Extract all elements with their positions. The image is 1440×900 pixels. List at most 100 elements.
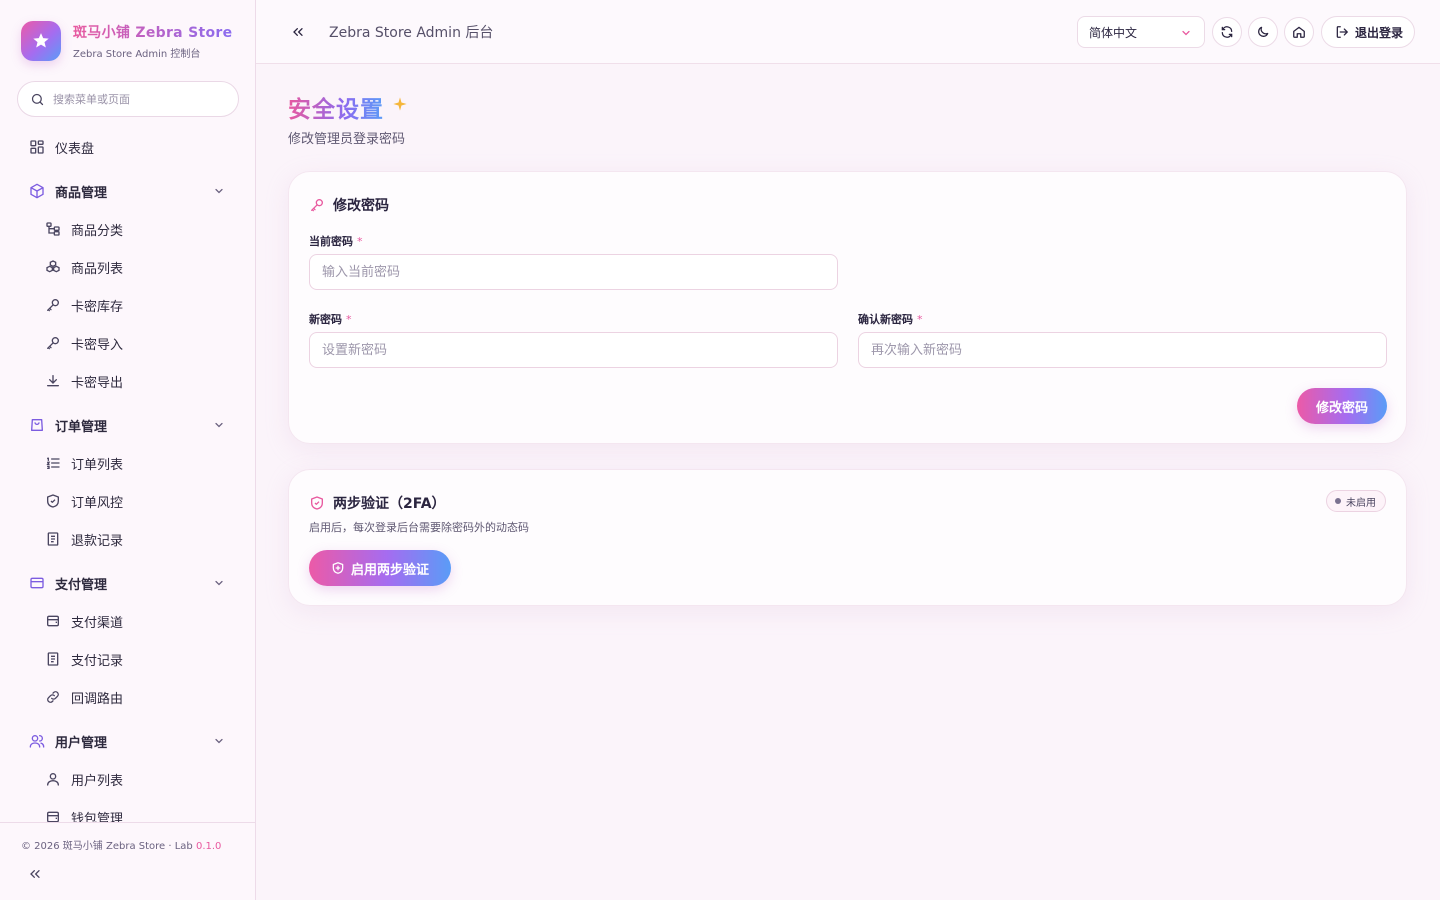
enable-2fa-label: 启用两步验证 [350, 562, 429, 578]
language-select[interactable]: 简体中文 [1077, 16, 1205, 48]
sidebar-menu: 仪表盘 商品管理 商品分类 商品列表 卡密库存 卡密导入 卡密导出 订单管理 订… [0, 128, 255, 822]
sidebar-group-products[interactable]: 商品管理 [17, 173, 239, 209]
change-password-button[interactable]: 修改密码 [1297, 388, 1387, 424]
sparkle-icon [393, 97, 407, 111]
sidebar-item-dashboard[interactable]: 仪表盘 [17, 129, 239, 165]
boxes-icon [46, 260, 60, 273]
required-mark: * [357, 235, 363, 248]
sidebar-item-label: 卡密导入 [71, 337, 124, 353]
key-icon [47, 299, 59, 312]
link-icon [47, 691, 59, 703]
new-password-label: 新密码 * [309, 311, 352, 327]
status-dot [1335, 498, 1341, 504]
sidebar-item-order-list[interactable]: 订单列表 [17, 445, 239, 481]
sidebar-item-refunds[interactable]: 退款记录 [17, 521, 239, 557]
new-password-input[interactable] [309, 332, 838, 368]
status-text: 未启用 [1346, 497, 1376, 509]
sidebar-item-label: 商品分类 [71, 223, 124, 239]
dashboard-icon [30, 140, 44, 154]
sidebar-item-order-risk[interactable]: 订单风控 [17, 483, 239, 519]
sidebar-item-label: 订单风控 [71, 495, 124, 511]
chevron-down-icon [215, 580, 223, 586]
change-password-card: 修改密码 当前密码 * 新密码 * 确认新密码 * 修改密码 [288, 171, 1407, 444]
tree-icon [46, 222, 60, 236]
sidebar: 斑马小铺 Zebra Store Zebra Store Admin 控制台 仪… [0, 0, 256, 900]
required-mark: * [346, 313, 352, 326]
header-title: Zebra Store Admin 后台 [329, 25, 494, 41]
label-text: 确认新密码 [858, 313, 913, 326]
sidebar-item-wallets[interactable]: 钱包管理 [17, 799, 239, 822]
card-title: 两步验证（2FA） [333, 496, 446, 512]
sidebar-item-card-inventory[interactable]: 卡密库存 [17, 287, 239, 323]
sidebar-item-label: 退款记录 [71, 533, 124, 549]
sidebar-group-orders[interactable]: 订单管理 [17, 407, 239, 443]
sidebar-item-card-export[interactable]: 卡密导出 [17, 363, 239, 399]
brand[interactable]: 斑马小铺 Zebra Store Zebra Store Admin 控制台 [21, 21, 233, 61]
sidebar-group-users[interactable]: 用户管理 [17, 723, 239, 759]
bag-icon [31, 419, 43, 431]
main-content: 安全设置 修改管理员登录密码 修改密码 当前密码 * 新密码 * 确认新密码 * 修改… [256, 64, 1440, 900]
brand-subtitle: Zebra Store Admin 控制台 [73, 49, 201, 60]
brand-title: 斑马小铺 Zebra Store [73, 22, 233, 42]
sidebar-item-pay-records[interactable]: 支付记录 [17, 641, 239, 677]
chevron-down-icon [215, 188, 223, 194]
sidebar-item-product-list[interactable]: 商品列表 [17, 249, 239, 285]
sidebar-item-label: 支付渠道 [71, 615, 124, 631]
logout-label: 退出登录 [1355, 25, 1404, 40]
moon-icon [1258, 26, 1269, 37]
theme-toggle-button[interactable] [1248, 17, 1278, 47]
sidebar-item-label: 卡密库存 [71, 299, 124, 315]
sidebar-item-callback-routes[interactable]: 回调路由 [17, 679, 239, 715]
copyright-text: © 2026 斑马小铺 Zebra Store · Lab [21, 841, 193, 852]
sidebar-item-card-import[interactable]: 卡密导入 [17, 325, 239, 361]
sidebar-item-user-list[interactable]: 用户列表 [17, 761, 239, 797]
sidebar-item-label: 商品列表 [71, 261, 124, 277]
collapse-menu-icon[interactable] [290, 24, 306, 40]
sidebar-item-label: 钱包管理 [71, 811, 124, 823]
logout-button[interactable]: 退出登录 [1321, 16, 1415, 48]
user-icon [47, 773, 59, 786]
current-password-input[interactable] [309, 254, 838, 290]
key-icon [47, 337, 59, 350]
home-button[interactable] [1284, 17, 1314, 47]
sidebar-item-label: 支付记录 [71, 653, 124, 669]
two-factor-card: 两步验证（2FA） 启用后，每次登录后台需要除密码外的动态码 未启用 启用两步验… [288, 469, 1407, 606]
page-title: 安全设置 [288, 90, 384, 124]
chevron-down-icon [215, 738, 223, 744]
label-text: 当前密码 [309, 235, 353, 248]
sidebar-group-payments[interactable]: 支付管理 [17, 565, 239, 601]
sidebar-item-label: 仪表盘 [55, 141, 95, 157]
star-icon [21, 21, 61, 61]
sidebar-item-categories[interactable]: 商品分类 [17, 211, 239, 247]
card-header: 修改密码 [309, 195, 389, 215]
enable-2fa-button[interactable]: 启用两步验证 [309, 550, 451, 586]
confirm-password-input[interactable] [858, 332, 1387, 368]
sidebar-item-label: 卡密导出 [71, 375, 124, 391]
box-icon [30, 183, 44, 199]
refresh-button[interactable] [1212, 17, 1242, 47]
chevron-down-icon [215, 422, 223, 428]
card-icon [30, 577, 44, 589]
search-icon [31, 93, 44, 105]
sidebar-item-label: 支付管理 [55, 577, 108, 593]
wallet-icon [47, 615, 59, 627]
sidebar-item-label: 订单管理 [55, 419, 108, 435]
copyright: © 2026 斑马小铺 Zebra Store · Lab 0.1.0 [21, 837, 221, 852]
page-subtitle: 修改管理员登录密码 [288, 132, 406, 147]
users-icon [29, 735, 45, 748]
sidebar-search-input[interactable] [53, 92, 223, 106]
sidebar-item-label: 订单列表 [71, 457, 124, 473]
shield-icon [47, 494, 59, 508]
label-text: 新密码 [309, 313, 342, 326]
receipt-icon [47, 532, 59, 546]
sidebar-item-pay-channels[interactable]: 支付渠道 [17, 603, 239, 639]
sidebar-search[interactable] [17, 81, 239, 117]
logout-icon [1336, 26, 1349, 38]
home-icon [1293, 26, 1305, 38]
chevron-down-icon [1182, 30, 1190, 36]
card-header: 两步验证（2FA） [309, 493, 446, 513]
receipt-icon [47, 652, 59, 666]
sidebar-item-label: 用户列表 [71, 773, 124, 789]
collapse-sidebar-icon[interactable] [27, 866, 43, 882]
two-factor-description: 启用后，每次登录后台需要除密码外的动态码 [309, 521, 529, 534]
